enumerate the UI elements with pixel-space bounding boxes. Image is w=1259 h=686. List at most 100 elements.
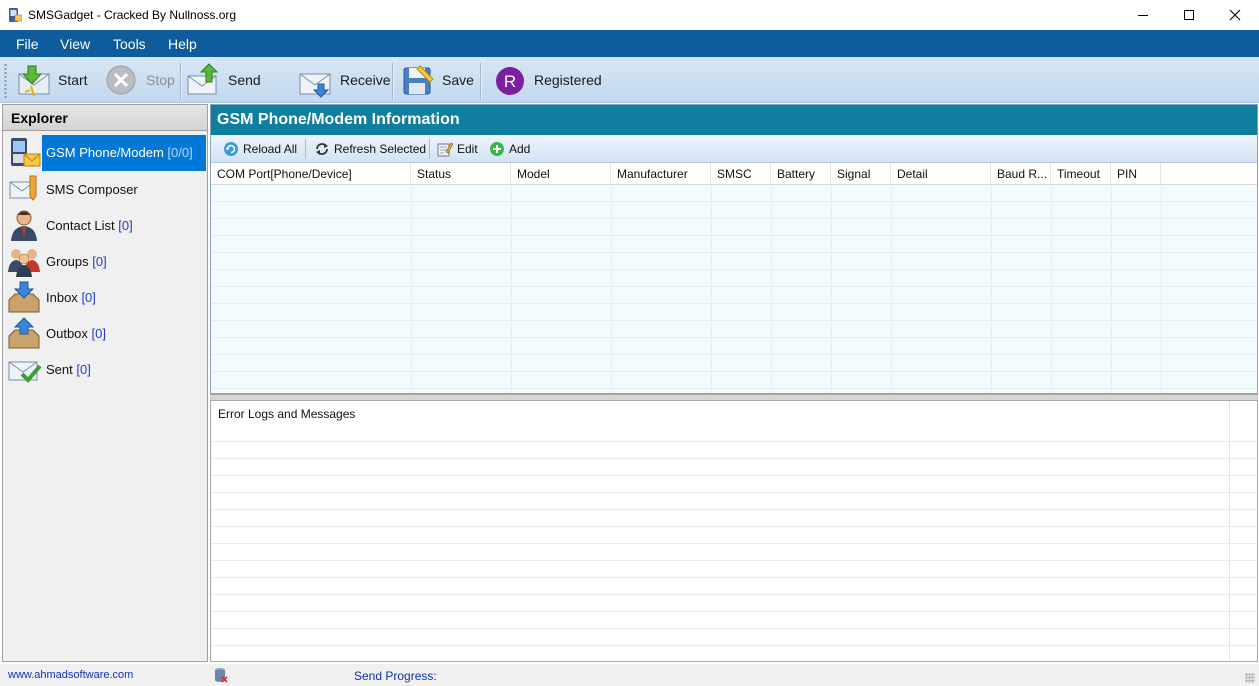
website-link[interactable]: www.ahmadsoftware.com <box>8 669 133 681</box>
receive-icon <box>299 73 331 98</box>
nav-inbox[interactable]: Inbox [0] <box>6 279 206 315</box>
inbox-icon <box>8 281 40 313</box>
column-header-timeout[interactable]: Timeout <box>1051 163 1111 185</box>
send-label: Send <box>228 72 261 88</box>
nav-count: [0] <box>92 253 107 269</box>
nav-count: [0/0] <box>167 145 193 160</box>
nav-outbox[interactable]: Outbox [0] <box>6 315 206 351</box>
edit-button[interactable]: Edit <box>437 139 478 159</box>
explorer-panel: Explorer GSM Phone/Modem [0/0] SMS Compo… <box>2 104 208 662</box>
column-header-detail[interactable]: Detail <box>891 163 991 185</box>
column-header-smsc[interactable]: SMSC <box>711 163 771 185</box>
toolbar-separator <box>180 63 181 99</box>
toolbar-separator <box>429 139 430 159</box>
menu-file[interactable]: File <box>16 36 39 52</box>
nav-groups[interactable]: Groups [0] <box>6 243 206 279</box>
nav-label: Groups <box>46 253 89 269</box>
add-icon <box>490 142 504 156</box>
registered-button[interactable]: R Registered <box>492 61 602 99</box>
nav-label: GSM Phone/Modem <box>46 145 164 160</box>
send-button[interactable]: Send <box>186 61 261 99</box>
toolbar-separator <box>305 139 306 159</box>
nav-count: [0] <box>118 217 133 233</box>
panel-toolbar: Reload All Refresh Selected Edit Add <box>211 135 1257 163</box>
save-label: Save <box>442 72 474 88</box>
reload-all-label: Reload All <box>243 142 298 156</box>
add-label: Add <box>509 142 531 156</box>
stop-button[interactable]: Stop <box>104 61 175 99</box>
device-grid[interactable] <box>211 185 1257 393</box>
gsm-info-panel: GSM Phone/Modem Information Reload All R… <box>210 104 1258 394</box>
reload-all-button[interactable]: Reload All <box>223 139 297 159</box>
resize-grip[interactable] <box>1245 673 1255 683</box>
edit-label: Edit <box>457 142 478 156</box>
nav-count: [0] <box>91 325 107 341</box>
panel-title: GSM Phone/Modem Information <box>211 105 1257 135</box>
toolbar: Start Stop Send Receive Save R Registere… <box>0 57 1259 103</box>
contact-icon <box>11 210 37 241</box>
svg-text:R: R <box>504 72 516 91</box>
phone-modem-icon <box>11 138 41 167</box>
column-header-battery[interactable]: Battery <box>771 163 831 185</box>
registered-icon: R <box>496 67 524 95</box>
title-bar: SMSGadget - Cracked By Nullnoss.org <box>0 0 1259 30</box>
column-header-model[interactable]: Model <box>511 163 611 185</box>
nav-label: SMS Composer <box>46 181 138 197</box>
reload-icon <box>224 142 238 156</box>
start-button[interactable]: Start <box>16 61 88 99</box>
nav-contact-list[interactable]: Contact List [0] <box>6 207 206 243</box>
sent-icon <box>8 361 42 383</box>
database-icon <box>215 668 228 683</box>
menu-bar: File View Tools Help <box>0 30 1259 57</box>
error-log-panel[interactable]: Error Logs and Messages <box>210 400 1258 662</box>
menu-help[interactable]: Help <box>168 36 197 52</box>
column-header-manufacturer[interactable]: Manufacturer <box>611 163 711 185</box>
groups-icon <box>8 249 40 277</box>
save-icon <box>403 65 434 95</box>
menu-view[interactable]: View <box>60 36 90 52</box>
toolbar-separator <box>480 63 481 99</box>
receive-button[interactable]: Receive <box>298 61 391 99</box>
nav-sms-composer[interactable]: SMS Composer <box>6 171 206 207</box>
column-header-status[interactable]: Status <box>411 163 511 185</box>
column-header-baud-rate[interactable]: Baud R... <box>991 163 1051 185</box>
nav-label: Sent <box>46 361 73 377</box>
nav-label: Inbox <box>46 289 78 305</box>
toolbar-separator <box>392 63 393 99</box>
send-progress-label: Send Progress: <box>354 669 437 683</box>
maximize-button[interactable] <box>1166 0 1212 30</box>
menu-tools[interactable]: Tools <box>113 36 146 52</box>
minimize-button[interactable] <box>1120 0 1166 30</box>
minimize-icon <box>1138 15 1148 16</box>
refresh-selected-label: Refresh Selected <box>334 142 427 156</box>
nav-label: Contact List <box>46 217 115 233</box>
outbox-icon <box>8 317 40 349</box>
sms-composer-icon <box>9 175 37 201</box>
column-header-signal[interactable]: Signal <box>831 163 891 185</box>
column-header-com-port[interactable]: COM Port[Phone/Device] <box>211 163 411 185</box>
nav-gsm-phone-modem[interactable]: GSM Phone/Modem [0/0] <box>6 135 206 171</box>
status-bar: www.ahmadsoftware.com Send Progress: <box>0 664 1259 686</box>
column-header-pin[interactable]: PIN <box>1111 163 1161 185</box>
receive-label: Receive <box>340 72 391 88</box>
app-window: SMSGadget - Cracked By Nullnoss.org File… <box>0 0 1259 686</box>
refresh-icon <box>316 143 328 155</box>
toolbar-grip[interactable] <box>4 63 7 99</box>
refresh-selected-button[interactable]: Refresh Selected <box>314 139 426 159</box>
add-button[interactable]: Add <box>489 139 530 159</box>
edit-icon <box>437 142 453 157</box>
log-header: Error Logs and Messages <box>218 407 356 421</box>
close-icon <box>1229 9 1241 21</box>
grid-header: COM Port[Phone/Device] Status Model Manu… <box>211 163 1257 185</box>
start-label: Start <box>58 72 88 88</box>
stop-icon <box>106 65 136 95</box>
nav-sent[interactable]: Sent [0] <box>6 351 206 387</box>
maximize-icon <box>1184 10 1194 20</box>
close-button[interactable] <box>1212 0 1258 30</box>
explorer-title: Explorer <box>3 105 207 131</box>
window-title: SMSGadget - Cracked By Nullnoss.org <box>28 8 237 22</box>
nav-count: [0] <box>76 361 91 377</box>
nav-label: Outbox <box>46 325 88 341</box>
save-button[interactable]: Save <box>400 61 474 99</box>
nav-count: [0] <box>81 289 96 305</box>
